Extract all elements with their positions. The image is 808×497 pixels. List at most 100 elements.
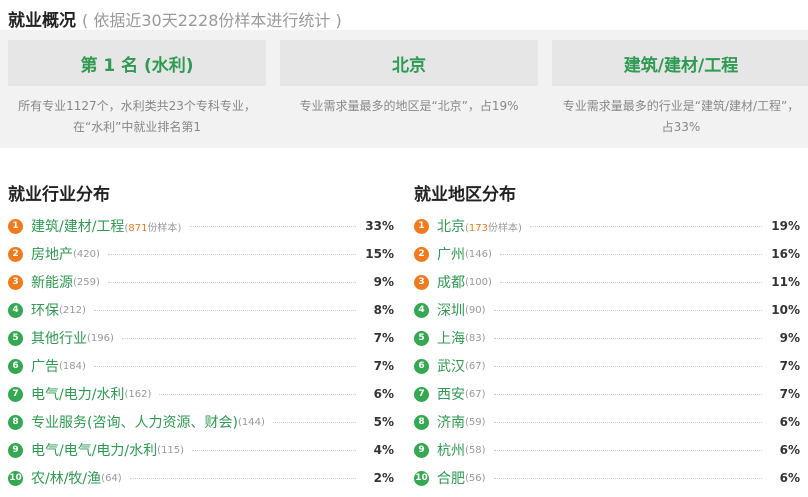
sample-count: (59) [465,416,486,428]
sample-count-value: 173 [468,222,488,234]
percent-value: 7% [373,359,394,373]
rank-badge: 2 [414,246,429,262]
sample-count: (67) [465,388,486,400]
sample-count-value: 90 [468,304,482,316]
percent-value: 19% [771,219,800,233]
list-item: 4 深圳 (90) 10% [414,296,800,324]
dotted-leader [192,449,356,451]
percent-value: 7% [373,331,394,345]
dotted-leader [93,309,356,311]
dotted-leader [493,393,762,395]
rank-badge: 2 [8,246,23,262]
sample-count: (56) [465,472,486,484]
dotted-leader [493,449,762,451]
sample-count: (184) [59,360,86,372]
sample-count-value: 259 [76,276,96,288]
sample-count: (146) [465,248,492,260]
region-name-link[interactable]: 合肥 [437,468,465,488]
top-industry-card: 建筑/建材/工程 专业需求量最多的行业是“建筑/建材/工程”，占33% [552,40,808,138]
sample-count: (162) [124,388,152,400]
list-item: 8 专业服务(咨询、人力资源、财会) (144) 5% [8,408,394,436]
industry-section: 就业行业分布 1 建筑/建材/工程 (871份样本) 33% 2 房地产 (420) 15% 3… [8,180,394,492]
industry-name-link[interactable]: 农/林/牧/渔 [31,468,101,488]
dotted-leader [93,365,356,367]
list-item: 9 电气/电气/电力/水利 (115) 4% [8,436,394,464]
list-item: 2 广州 (146) 16% [414,240,800,268]
region-name-link[interactable]: 西安 [437,384,465,404]
dotted-leader [121,337,356,339]
sample-count-value: 83 [468,332,482,344]
list-item: 6 武汉 (67) 7% [414,352,800,380]
region-section: 就业地区分布 1 北京 (173份样本) 19% 2 广州 (146) 16% 3 成都 (100)… [414,180,800,492]
dotted-leader [493,477,762,479]
dotted-leader [493,337,762,339]
sample-count-value: 100 [468,276,488,288]
list-item: 10 合肥 (56) 6% [414,464,800,492]
sample-count: (100) [465,276,492,288]
sample-count: (58) [465,444,486,456]
list-item: 10 农/林/牧/渔 (64) 2% [8,464,394,492]
rank-badge: 9 [414,442,429,458]
sample-count: (67) [465,360,486,372]
sample-count: (64) [101,472,122,484]
rank-badge: 1 [414,218,429,234]
region-name-link[interactable]: 上海 [437,328,465,348]
industry-name-link[interactable]: 专业服务(咨询、人力资源、财会) [31,412,238,432]
percent-value: 7% [779,359,800,373]
industry-name-link[interactable]: 电气/电力/水利 [31,384,124,404]
rank-badge: 6 [414,358,429,374]
industry-name-link[interactable]: 新能源 [31,272,73,292]
dotted-leader [499,281,762,283]
sample-count-suffix: 份样本 [147,222,178,234]
sample-count-value: 196 [90,332,110,344]
sample-count: (83) [465,332,486,344]
sample-count-value: 420 [76,248,96,260]
rank-card: 第 1 名 (水利) 所有专业1127个，水利类共23个专科专业，在“水利”中就… [8,40,266,138]
region-name-link[interactable]: 广州 [437,244,465,264]
region-section-title: 就业地区分布 [414,185,516,205]
percent-value: 7% [779,387,800,401]
sample-count: (212) [59,304,86,316]
dotted-leader [107,281,356,283]
region-name-link[interactable]: 济南 [437,412,465,432]
percent-value: 33% [365,219,394,233]
dotted-leader [107,253,356,255]
region-name-link[interactable]: 成都 [437,272,465,292]
list-item: 7 电气/电力/水利 (162) 6% [8,380,394,408]
sample-count: (173份样本) [465,222,522,234]
rank-badge: 8 [8,414,23,430]
region-name-link[interactable]: 北京 [437,216,465,236]
rank-badge: 3 [414,274,429,290]
region-name-link[interactable]: 杭州 [437,440,465,460]
top-region-card-desc: 专业需求量最多的地区是“北京”，占19% [299,99,519,113]
percent-value: 10% [771,303,800,317]
percent-value: 6% [779,443,800,457]
industry-name-link[interactable]: 环保 [31,300,59,320]
list-item: 4 环保 (212) 8% [8,296,394,324]
top-industry-card-heading: 建筑/建材/工程 [552,40,808,86]
sample-count-value: 58 [468,444,482,456]
region-name-link[interactable]: 深圳 [437,300,465,320]
industry-name-link[interactable]: 广告 [31,356,59,376]
dotted-leader [493,421,762,423]
industry-name-link[interactable]: 房地产 [31,244,73,264]
percent-value: 6% [779,415,800,429]
percent-value: 6% [373,387,394,401]
top-industry-card-desc: 专业需求量最多的行业是“建筑/建材/工程”，占33% [562,99,800,134]
region-name-link[interactable]: 武汉 [437,356,465,376]
industry-name-link[interactable]: 其他行业 [31,328,87,348]
list-item: 5 其他行业 (196) 7% [8,324,394,352]
rank-badge: 5 [414,330,429,346]
overview-panel: 第 1 名 (水利) 所有专业1127个，水利类共23个专科专业，在“水利”中就… [0,30,808,148]
sample-count-value: 67 [468,360,482,372]
list-item: 8 济南 (59) 6% [414,408,800,436]
list-item: 7 西安 (67) 7% [414,380,800,408]
industry-section-title: 就业行业分布 [8,185,110,205]
sample-count: (420) [73,248,100,260]
sample-count-value: 871 [128,222,148,234]
dotted-leader [129,477,356,479]
industry-name-link[interactable]: 建筑/建材/工程 [31,216,124,236]
rank-badge: 6 [8,358,23,374]
industry-name-link[interactable]: 电气/电气/电力/水利 [31,440,157,460]
overview-header: 就业概况 ( 依据近30天2228份样本进行统计 ) [8,6,342,31]
